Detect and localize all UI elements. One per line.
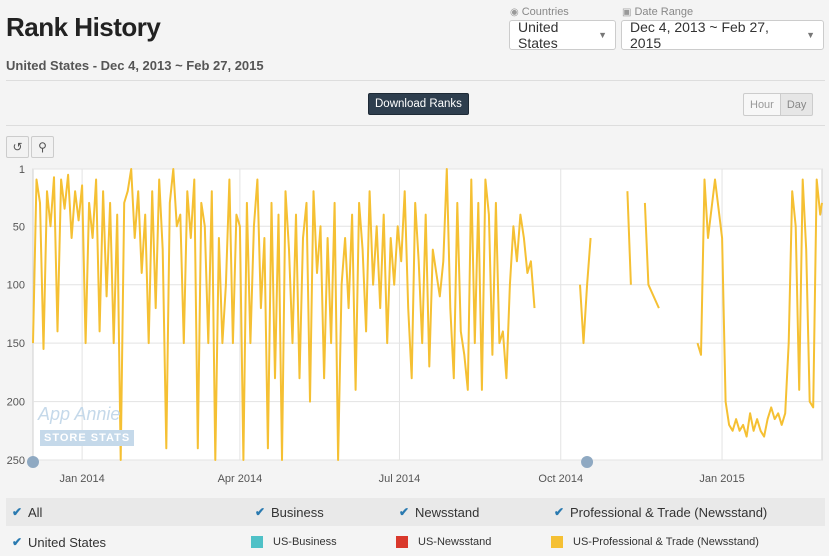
date-range-filter-label: ▣ Date Range <box>622 6 693 18</box>
date-range-select[interactable]: Dec 4, 2013 ~ Feb 27, 2015 ▼ <box>621 19 824 51</box>
watermark-logo: App Annie <box>38 404 121 424</box>
legend-swatch-business <box>251 536 263 548</box>
x-tick-label: Jan 2015 <box>699 473 744 485</box>
legend-country-label: United States <box>28 534 107 550</box>
page-subtitle: United States - Dec 4, 2013 ~ Feb 27, 20… <box>6 58 264 73</box>
hour-button[interactable]: Hour <box>743 93 781 116</box>
page-title: Rank History <box>6 12 161 42</box>
countries-select[interactable]: United States ▼ <box>509 19 616 51</box>
legend-swatch-pro-trade <box>551 536 563 548</box>
rank-history-page: Rank History United States - Dec 4, 2013… <box>0 0 829 556</box>
date-range-select-value: Dec 4, 2013 ~ Feb 27, 2015 <box>630 19 769 51</box>
y-tick-label: 50 <box>13 221 25 233</box>
chevron-down-icon: ▼ <box>598 30 607 40</box>
chevron-down-icon: ▼ <box>806 30 815 40</box>
subtitle-country: United States <box>6 58 90 73</box>
legend-pro-trade-label: Professional & Trade (Newsstand) <box>570 504 768 520</box>
x-tick-label: Apr 2014 <box>218 473 263 485</box>
legend-toggle-newsstand[interactable]: ✔ Newsstand <box>399 505 479 520</box>
checkbox-icon: ✔ <box>554 505 565 519</box>
countries-select-value: United States <box>518 19 559 51</box>
legend-swatch-newsstand <box>396 536 408 548</box>
countries-label-text: Countries <box>521 6 569 18</box>
legend-category-row: ✔ All ✔ Business ✔ Newsstand ✔ Professio… <box>6 498 825 526</box>
zoom-button[interactable]: ⚲ <box>31 136 54 158</box>
legend-toggle-pro-trade[interactable]: ✔ Professional & Trade (Newsstand) <box>554 505 767 520</box>
checkbox-icon: ✔ <box>255 505 266 519</box>
y-tick-label: 1 <box>19 164 25 176</box>
legend-series-newsstand[interactable]: US-Newsstand <box>396 536 491 548</box>
legend-series-business[interactable]: US-Business <box>251 536 337 548</box>
legend-newsstand-label: Newsstand <box>415 504 480 520</box>
y-tick-label: 200 <box>7 397 25 409</box>
legend-series-newsstand-label: US-Newsstand <box>418 536 492 548</box>
reset-zoom-icon: ↺ <box>12 140 23 154</box>
legend-series-pro-trade-label: US-Professional & Trade (Newsstand) <box>573 536 759 548</box>
legend-all-label: All <box>28 504 43 520</box>
countries-filter-label: ◉ Countries <box>510 6 569 18</box>
divider <box>6 125 825 126</box>
x-tick-label: Jan 2014 <box>59 473 104 485</box>
legend-series-business-label: US-Business <box>273 536 337 548</box>
event-marker-icon <box>581 456 594 468</box>
event-marker-icon <box>27 456 39 468</box>
legend-business-label: Business <box>271 504 324 520</box>
granularity-toggle: Hour Day <box>743 93 814 116</box>
reset-zoom-button[interactable]: ↺ <box>6 136 29 158</box>
x-tick-label: Jul 2014 <box>379 473 421 485</box>
divider <box>6 80 825 81</box>
checkbox-icon: ✔ <box>399 505 410 519</box>
zoom-icon: ⚲ <box>38 140 47 154</box>
legend-series-pro-trade[interactable]: US-Professional & Trade (Newsstand) <box>551 536 759 548</box>
day-button[interactable]: Day <box>780 93 814 116</box>
legend-toggle-business[interactable]: ✔ Business <box>255 505 324 520</box>
subtitle-separator: - <box>89 58 101 73</box>
legend-toggle-all[interactable]: ✔ All <box>12 505 42 520</box>
y-tick-label: 100 <box>7 280 25 292</box>
checkbox-icon: ✔ <box>12 535 23 549</box>
globe-icon: ◉ <box>510 6 519 18</box>
legend-toggle-country[interactable]: ✔ United States <box>12 535 106 550</box>
x-tick-label: Oct 2014 <box>538 473 583 485</box>
calendar-icon: ▣ <box>622 6 632 18</box>
subtitle-date-range: Dec 4, 2013 ~ Feb 27, 2015 <box>100 58 264 73</box>
download-ranks-button[interactable]: Download Ranks <box>368 93 469 115</box>
legend-series-row: ✔ United States US-Business US-Newsstand… <box>6 528 825 556</box>
date-range-label-text: Date Range <box>634 6 694 18</box>
y-tick-label: 150 <box>7 338 25 350</box>
watermark-tag: STORE STATS <box>40 430 135 446</box>
y-tick-label: 250 <box>7 455 25 467</box>
checkbox-icon: ✔ <box>12 505 23 519</box>
